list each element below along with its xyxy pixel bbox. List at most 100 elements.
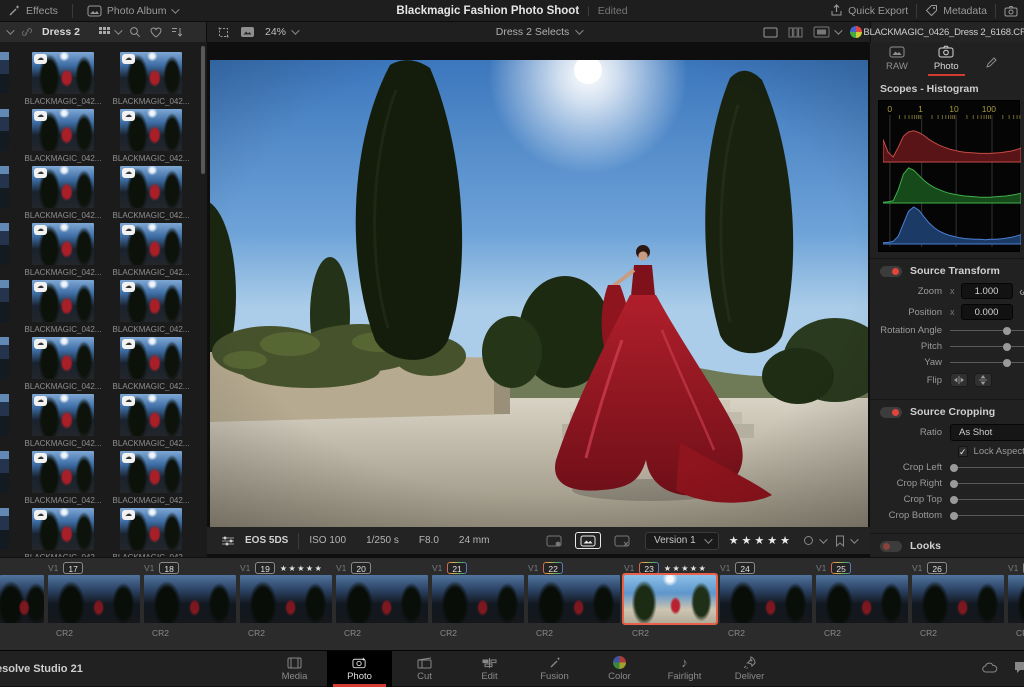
library-thumbnail[interactable]: ☁ BLACKMAGIC_042... <box>19 394 107 451</box>
clip-thumbnail[interactable] <box>48 575 140 623</box>
quick-export-button[interactable]: Quick Export <box>830 4 908 17</box>
thumbnail-image[interactable]: ☁ <box>120 508 182 550</box>
clip-thumbnail[interactable] <box>240 575 332 623</box>
page-deliver[interactable]: Deliver <box>717 651 782 687</box>
chat-icon[interactable] <box>1014 661 1024 674</box>
library-thumbnail[interactable]: ☁ BLACKMAGIC_042... <box>107 109 195 166</box>
library-thumbnail[interactable]: ☁ BLACKMAGIC_042... <box>107 166 195 223</box>
filmstrip-clip[interactable]: V1 19 ★★★★★ CR2 <box>240 558 332 638</box>
cloud-sync-icon[interactable] <box>982 662 998 673</box>
clip-thumbnail[interactable] <box>720 575 812 623</box>
thumbnail-image[interactable]: ☁ <box>32 52 94 94</box>
clip-thumbnail[interactable] <box>1008 575 1024 623</box>
filmstrip-clip[interactable]: V1 24 CR2 <box>720 558 812 638</box>
filmstrip-clip[interactable]: V1 27 CR2 <box>1008 558 1024 638</box>
ratio-selector[interactable]: As Shot <box>950 424 1024 441</box>
library-thumbnail[interactable]: ☁ BLACKMAGIC_042... <box>107 280 195 337</box>
thumbnail-image[interactable]: ☁ <box>120 337 182 379</box>
crop-top-slider[interactable] <box>950 495 1024 505</box>
zoom-value-input[interactable]: 1.000 <box>961 283 1013 299</box>
library-scrollbar[interactable] <box>201 46 205 174</box>
library-thumbnail[interactable]: ☁ BLACKMAGIC_042... <box>19 166 107 223</box>
filmstrip-clip-cropped[interactable] <box>0 558 44 638</box>
adjustments-icon[interactable] <box>221 535 235 547</box>
thumbnail-image[interactable]: ☁ <box>120 394 182 436</box>
source-cropping-toggle[interactable] <box>880 407 902 418</box>
page-fusion[interactable]: Fusion <box>522 651 587 687</box>
library-thumbnail[interactable]: ☁ BLACKMAGIC_042... <box>107 337 195 394</box>
library-thumbnail[interactable]: ☁ BLACKMAGIC_042... <box>107 451 195 508</box>
pitch-slider[interactable] <box>950 342 1024 352</box>
thumbnail-image[interactable]: ☁ <box>32 508 94 550</box>
thumbnail-image[interactable]: ☁ <box>32 394 94 436</box>
page-cut[interactable]: Cut <box>392 651 457 687</box>
thumbnail-image[interactable]: ☁ <box>120 109 182 151</box>
thumbnail-image[interactable]: ☁ <box>32 223 94 265</box>
library-thumbnail[interactable]: ☁ BLACKMAGIC_042... <box>107 508 195 557</box>
source-transform-toggle[interactable] <box>880 266 902 277</box>
page-color[interactable]: Color <box>587 651 652 687</box>
flip-vertical-button[interactable] <box>974 373 992 387</box>
lock-aspect-checkbox[interactable]: ✓ <box>958 446 968 457</box>
library-thumbnail[interactable]: ☁ BLACKMAGIC_042... <box>107 52 195 109</box>
tab-photo[interactable]: Photo <box>934 45 959 75</box>
thumbnail-image[interactable]: ☁ <box>120 451 182 493</box>
thumbnail-image[interactable]: ☁ <box>32 166 94 208</box>
crop-left-slider[interactable] <box>950 463 1024 473</box>
clip-thumbnail[interactable] <box>144 575 236 623</box>
thumbnail-image[interactable]: ☁ <box>120 280 182 322</box>
looks-toggle[interactable] <box>880 541 902 552</box>
filmstrip-clip[interactable]: V1 17 CR2 <box>48 558 140 638</box>
crop-bottom-slider[interactable] <box>950 511 1024 521</box>
filmstrip-clip[interactable]: V1 21 CR2 <box>432 558 524 638</box>
clip-thumbnail[interactable] <box>912 575 1004 623</box>
library-thumbnail[interactable]: ☁ BLACKMAGIC_042... <box>19 223 107 280</box>
library-thumbnail[interactable]: ☁ BLACKMAGIC_042... <box>19 508 107 557</box>
library-thumbnail[interactable]: ☁ BLACKMAGIC_042... <box>19 280 107 337</box>
library-thumbnail[interactable]: ☁ BLACKMAGIC_042... <box>19 337 107 394</box>
filmstrip-clip[interactable]: V1 22 CR2 <box>528 558 620 638</box>
yaw-slider[interactable] <box>950 358 1024 368</box>
page-media[interactable]: Media <box>262 651 327 687</box>
collection-name[interactable]: Dress 2 <box>42 26 80 38</box>
clip-thumbnail[interactable] <box>0 575 44 623</box>
rating-stars[interactable]: ★★★★★ <box>729 534 793 547</box>
collapse-chevron-icon[interactable] <box>6 26 14 34</box>
library-thumbnail[interactable]: ☁ BLACKMAGIC_042... <box>107 394 195 451</box>
library-thumbnail[interactable]: ☁ BLACKMAGIC_042... <box>19 109 107 166</box>
clip-thumbnail[interactable] <box>528 575 620 623</box>
search-icon[interactable] <box>129 26 141 38</box>
color-label-selector[interactable] <box>803 535 825 546</box>
clip-thumbnail[interactable] <box>432 575 524 623</box>
thumbnail-image[interactable]: ☁ <box>32 280 94 322</box>
heart-filter-icon[interactable] <box>150 27 162 38</box>
grid-view-selector[interactable] <box>99 27 120 38</box>
link-values-icon[interactable] <box>1019 285 1024 297</box>
flip-horizontal-button[interactable] <box>950 373 968 387</box>
thumbnail-image[interactable]: ☁ <box>120 223 182 265</box>
selects-dropdown[interactable]: Dress 2 Selects <box>207 26 870 38</box>
thumbnail-image[interactable]: ☁ <box>32 337 94 379</box>
thumbnail-image[interactable]: ☁ <box>32 109 94 151</box>
effects-button[interactable]: Effects <box>8 4 58 17</box>
library-thumbnail[interactable]: ☁ BLACKMAGIC_042... <box>19 52 107 109</box>
position-value-input[interactable]: 0.000 <box>961 304 1013 320</box>
clip-thumbnail[interactable] <box>336 575 428 623</box>
tab-raw[interactable]: RAW <box>886 46 908 75</box>
page-fairlight[interactable]: ♪ Fairlight <box>652 651 717 687</box>
library-thumbnail[interactable]: ☁ BLACKMAGIC_042... <box>107 223 195 280</box>
tab-edit-cropped[interactable] <box>985 57 997 75</box>
thumbnail-image[interactable]: ☁ <box>120 166 182 208</box>
crop-right-slider[interactable] <box>950 479 1024 489</box>
filmstrip-clip[interactable]: V1 25 CR2 <box>816 558 908 638</box>
metadata-button[interactable]: Metadata <box>925 4 987 17</box>
image-keep-button[interactable] <box>575 532 601 549</box>
clip-thumbnail[interactable] <box>624 575 716 623</box>
page-photo[interactable]: Photo <box>327 651 392 687</box>
photo-album-selector[interactable]: Photo Album <box>87 5 178 17</box>
sort-icon[interactable] <box>171 26 183 38</box>
image-pick-button[interactable] <box>541 532 567 549</box>
version-selector[interactable]: Version 1 <box>645 532 719 550</box>
clip-thumbnail[interactable] <box>816 575 908 623</box>
page-edit[interactable]: Edit <box>457 651 522 687</box>
